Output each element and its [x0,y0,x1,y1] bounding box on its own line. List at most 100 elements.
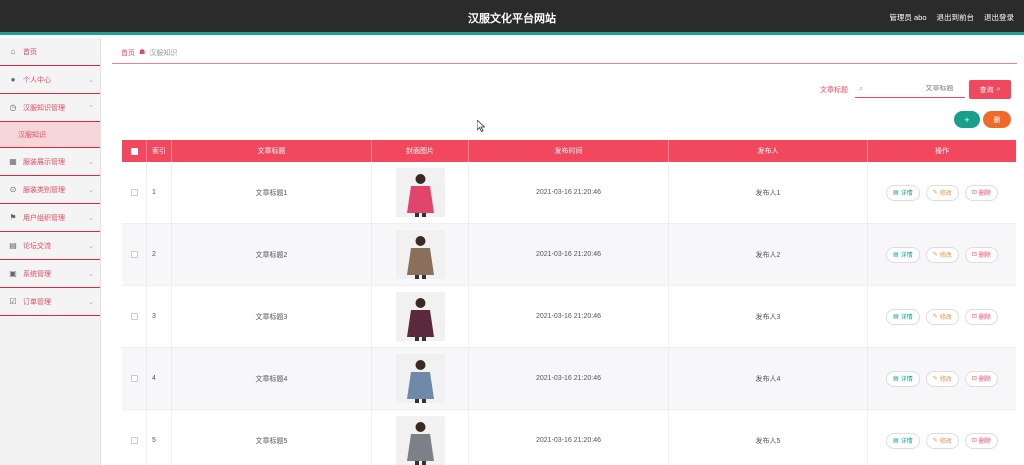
row-cover-cell [372,286,469,347]
detail-button-label: 详情 [900,191,913,197]
delete-button[interactable]: ⊡ 删除 [964,370,998,387]
detail-icon: ▤ [893,314,899,320]
search-button-label: 查询 [979,86,994,94]
row-index: 3 [147,286,172,347]
sidebar-item-label: 系统管理 [23,270,51,278]
row-checkbox[interactable] [130,437,138,444]
detail-icon: ▤ [893,438,899,444]
breadcrumb-home[interactable]: 首页 [121,48,135,58]
delete-button[interactable]: ⊡ 删除 [964,246,998,263]
row-publish-time: 2021-03-16 21:20:46 [469,348,669,409]
chevron-down-icon: ⌄ [88,270,94,278]
detail-button-label: 详情 [900,377,913,383]
row-publish-time: 2021-03-16 21:20:46 [469,410,669,465]
row-checkbox[interactable] [130,375,138,382]
box-icon: ▣ [9,269,17,278]
sidebar-subitem-hanfu-knowledge[interactable]: 汉服知识 [0,122,100,148]
chevron-down-icon: ⌄ [88,158,94,166]
sidebar-item-clothing-category[interactable]: ⊙ 服装类别管理 ⌄ [0,176,100,204]
row-operations: ▤ 详情 ✎ 修改 ⊡ 删除 [868,348,1016,409]
table-icon: ▤ [9,241,17,250]
chevron-down-icon: ⌄ [88,76,94,84]
top-right-links: 管理员 abo 退出到前台 退出登录 [889,12,1014,23]
sidebar-item-hanfu-knowledge-management[interactable]: ◷ 汉服知识管理 ⌃ [0,94,100,122]
header-title: 文章标题 [172,140,372,162]
sidebar-item-user-organization[interactable]: ⚑ 用户组织管理 ⌄ [0,204,100,232]
row-checkbox-cell [122,348,147,409]
row-title: 文章标题3 [172,286,372,347]
row-index: 4 [147,348,172,409]
detail-button[interactable]: ▤ 详情 [886,184,920,201]
cover-image [395,292,445,341]
delete-button-label: 删除 [978,253,991,259]
table-row: 3 文章标题3 2021-03-16 21:20:46 发布人3 ▤ 详情 ✎ 修改… [122,286,1016,348]
trash-icon: ⊡ [971,252,977,258]
row-title: 文章标题5 [172,410,372,465]
sidebar-item-label: 订单管理 [23,298,51,306]
cover-image [395,168,445,217]
user-icon: ● [10,75,16,84]
edit-button[interactable]: ✎ 修改 [925,308,959,325]
row-operations: ▤ 详情 ✎ 修改 ⊡ 删除 [868,162,1016,223]
add-button[interactable]: + [954,111,980,128]
mouse-cursor-icon [477,120,485,132]
data-table: 索引 文章标题 封面图片 发布时间 发布人 操作 1 文章标题1 2021-03… [122,140,1016,465]
check-icon: ☑ [9,297,17,306]
row-operations: ▤ 详情 ✎ 修改 ⊡ 删除 [868,286,1016,347]
sidebar-item-label: 服装展示管理 [23,158,65,166]
search-field: ⌕ [855,80,965,98]
edit-icon: ✎ [932,376,938,382]
cover-image [395,416,445,465]
row-publisher: 发布人1 [669,162,868,223]
sidebar-item-forum[interactable]: ▤ 论坛交流 ⌄ [0,232,100,260]
edit-button[interactable]: ✎ 修改 [925,370,959,387]
detail-button[interactable]: ▤ 详情 [886,246,920,263]
trash-icon: ⊡ [971,376,977,382]
detail-button[interactable]: ▤ 详情 [886,308,920,325]
sidebar-item-system-management[interactable]: ▣ 系统管理 ⌄ [0,260,100,288]
delete-button[interactable]: ⊡ 删除 [964,184,998,201]
detail-button[interactable]: ▤ 详情 [886,432,920,449]
detail-button[interactable]: ▤ 详情 [886,370,920,387]
row-publish-time: 2021-03-16 21:20:46 [469,224,669,285]
sidebar-item-personal-center[interactable]: ● 个人中心 ⌄ [0,66,100,94]
sidebar-item-clothing-display[interactable]: ▦ 服装展示管理 ⌄ [0,148,100,176]
delete-button[interactable]: ⊡ 删除 [964,432,998,449]
row-checkbox[interactable] [130,251,138,258]
trash-icon: ⊡ [971,190,977,196]
search-input[interactable] [863,85,954,92]
delete-button-label: 删除 [978,439,991,445]
exit-to-frontend-link[interactable]: 退出到前台 [937,12,975,23]
header-publish-time: 发布时间 [469,140,669,162]
delete-button[interactable]: ⊡ 删除 [964,308,998,325]
home-icon: ⌂ [10,47,16,56]
detail-icon: ▤ [893,252,899,258]
flag-icon: ⚑ [9,213,17,222]
row-checkbox-cell [122,224,147,285]
row-publisher: 发布人2 [669,224,868,285]
sidebar-item-order-management[interactable]: ☑ 订单管理 ⌄ [0,288,100,316]
chevron-down-icon: ⌄ [88,214,94,222]
row-publish-time: 2021-03-16 21:20:46 [469,162,669,223]
row-checkbox-cell [122,162,147,223]
edit-button[interactable]: ✎ 修改 [925,432,959,449]
search-button[interactable]: 查询 ⌕ [969,80,1011,99]
delete-button-label: 删除 [978,377,991,383]
delete-button-label: 删除 [978,315,991,321]
sidebar-item-home[interactable]: ⌂ 首页 [0,38,100,66]
user-label: 管理员 abo [889,13,927,22]
edit-button[interactable]: ✎ 修改 [925,246,959,263]
breadcrumb-home-icon: ☗ [139,49,146,56]
row-checkbox[interactable] [130,313,138,320]
row-cover-cell [372,348,469,409]
edit-button[interactable]: ✎ 修改 [925,184,959,201]
select-all-checkbox[interactable] [130,147,138,155]
row-checkbox-cell [122,410,147,465]
row-checkbox[interactable] [130,189,138,196]
detail-icon: ▤ [893,190,899,196]
logout-link[interactable]: 退出登录 [984,12,1014,23]
batch-delete-button[interactable]: 删 [983,111,1011,128]
trash-icon: ⊡ [971,314,977,320]
search-label: 文章标题 [820,87,848,94]
chevron-down-icon: ⌄ [88,242,94,250]
